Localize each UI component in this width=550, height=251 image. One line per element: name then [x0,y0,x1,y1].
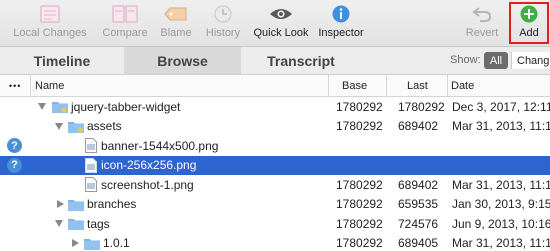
folder-icon [68,121,84,133]
table-row[interactable]: ? banner-1544x500.png [0,136,550,156]
inspector-button[interactable]: Inspector [316,4,366,44]
row-last: 689402 [398,119,439,134]
table-row[interactable]: jquery-tabber-widget 1780292 1780292 Dec… [0,97,550,117]
row-last: 689402 [398,177,439,192]
disclosure-triangle-icon[interactable] [55,122,63,130]
row-name: jquery-tabber-widget [71,99,181,114]
row-last: 689405 [398,236,439,251]
file-icon [85,177,97,192]
file-icon [85,138,97,153]
local-changes-button[interactable]: Local Changes [7,4,93,44]
row-name: branches [87,197,137,212]
table-row[interactable]: 1.0.1 1780292 689405 Mar 31, 2013, 11:1.… [0,234,550,251]
folder-icon [84,238,100,250]
row-date: Jun 9, 2013, 10:16... [452,216,550,231]
table-row[interactable]: screenshot-1.png 1780292 689402 Mar 31, … [0,175,550,195]
filter-changed-button[interactable]: Chang [511,52,550,69]
row-base: 1780292 [336,236,383,251]
filter-all-button[interactable]: All [484,52,508,69]
eye-icon [268,4,294,24]
row-date: Jan 30, 2013, 9:15... [452,197,550,212]
add-button[interactable]: Add [511,4,547,44]
row-base: 1780292 [336,119,383,134]
quick-look-label: Quick Look [253,27,309,39]
add-label: Add [519,27,539,39]
blame-label: Blame [160,27,192,39]
row-last: 659535 [398,197,439,212]
column-last[interactable]: Last [407,75,428,96]
row-name: screenshot-1.png [101,177,194,192]
table-row[interactable]: branches 1780292 659535 Jan 30, 2013, 9:… [0,195,550,215]
row-base: 1780292 [336,177,383,192]
row-base: 1780292 [336,216,383,231]
disclosure-triangle-icon[interactable] [57,199,64,208]
local-changes-icon [37,4,63,24]
local-changes-label: Local Changes [13,27,87,39]
folder-icon [68,219,84,230]
row-last: 724576 [398,216,439,231]
row-name: icon-256x256.png [101,158,197,173]
info-icon [328,4,354,24]
row-date: Mar 31, 2013, 11:12... [452,119,550,134]
show-filter-label: Show: [450,54,481,66]
blame-button[interactable]: Blame [157,4,195,44]
history-label: History [205,27,241,39]
table-row[interactable]: assets 1780292 689402 Mar 31, 2013, 11:1… [0,117,550,137]
history-icon [210,4,236,24]
table-row-selected[interactable]: ? icon-256x256.png [0,155,550,175]
compare-icon [112,4,138,24]
revert-label: Revert [465,27,499,39]
file-browser-list: jquery-tabber-widget 1780292 1780292 Dec… [0,97,550,251]
row-date: Mar 31, 2013, 11:12... [452,177,550,192]
history-button[interactable]: History [203,4,243,44]
column-header: ••• Name Base Last Date [0,75,550,97]
quick-look-button[interactable]: Quick Look [252,4,310,44]
column-divider [447,75,448,96]
table-row[interactable]: tags 1780292 724576 Jun 9, 2013, 10:16..… [0,214,550,234]
row-name: 1.0.1 [103,236,130,251]
column-divider [386,75,387,96]
disclosure-triangle-icon[interactable] [38,103,46,110]
tab-browse[interactable]: Browse [124,47,241,74]
row-base: 1780292 [336,197,383,212]
view-tabs: Timeline Browse Transcript Show: All Cha… [0,47,550,75]
unversioned-status-badge: ? [7,157,22,173]
column-base[interactable]: Base [342,75,367,96]
folder-icon [68,199,84,211]
row-date: Dec 3, 2017, 12:11... [452,99,550,114]
inspector-label: Inspector [318,27,364,39]
unversioned-status-badge: ? [7,138,22,153]
row-name: tags [87,216,110,231]
compare-label: Compare [102,27,148,39]
toolbar: Local Changes Compare Blame History Quic… [0,0,550,47]
column-options-button[interactable]: ••• [9,75,21,96]
column-divider [30,75,31,96]
plus-icon [516,4,542,24]
row-last: 1780292 [398,99,445,114]
file-icon [85,157,97,173]
column-name[interactable]: Name [35,75,64,96]
disclosure-triangle-icon[interactable] [55,220,63,227]
folder-icon [52,102,68,113]
revert-icon [469,4,495,24]
blame-icon [163,4,189,24]
tab-timeline[interactable]: Timeline [0,47,124,74]
row-date: Mar 31, 2013, 11:1... [452,236,550,251]
row-name: assets [87,119,122,134]
disclosure-triangle-icon[interactable] [72,238,79,247]
tab-transcript[interactable]: Transcript [241,47,361,74]
column-divider [328,75,329,96]
row-base: 1780292 [336,99,383,114]
column-date[interactable]: Date [451,75,474,96]
compare-button[interactable]: Compare [100,4,150,44]
revert-button[interactable]: Revert [462,4,502,44]
row-name: banner-1544x500.png [101,138,219,153]
